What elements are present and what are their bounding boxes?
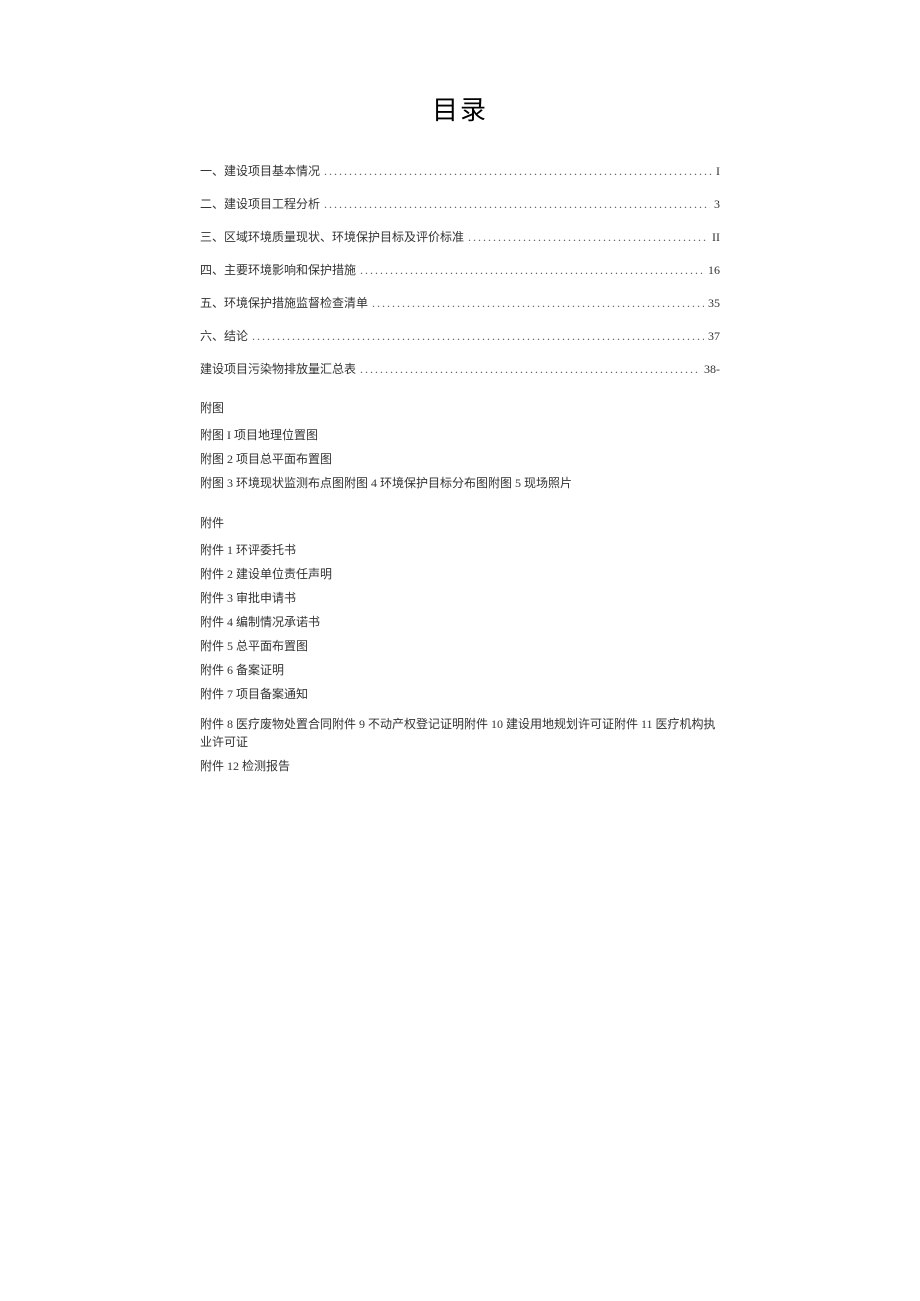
toc-dots xyxy=(468,230,708,245)
toc-dots xyxy=(252,329,704,344)
toc-entry: 四、主要环境影响和保护措施 16 xyxy=(200,261,720,278)
list-item: 附图 2 项目总平面布置图 xyxy=(200,450,720,468)
list-item: 附件 2 建设单位责任声明 xyxy=(200,565,720,583)
toc-page: II xyxy=(712,230,720,245)
toc-label: 四、主要环境影响和保护措施 xyxy=(200,261,356,278)
toc-label: 六、结论 xyxy=(200,327,248,344)
list-item: 附件 8 医疗废物处置合同附件 9 不动产权登记证明附件 10 建设用地规划许可… xyxy=(200,715,720,751)
list-item: 附件 7 项目备案通知 xyxy=(200,685,720,703)
toc-label: 建设项目污染物排放量汇总表 xyxy=(200,360,356,377)
toc-dots xyxy=(324,197,710,212)
toc-dots xyxy=(360,263,704,278)
table-of-contents: 一、建设项目基本情况 I 二、建设项目工程分析 3 三、区域环境质量现状、环境保… xyxy=(200,162,720,377)
page-title: 目录 xyxy=(200,90,720,127)
toc-entry: 二、建设项目工程分析 3 xyxy=(200,195,720,212)
toc-page: I xyxy=(716,164,720,179)
toc-page: 16 xyxy=(708,263,720,278)
attachments-list: 附件 1 环评委托书 附件 2 建设单位责任声明 附件 3 审批申请书 附件 4… xyxy=(200,541,720,775)
toc-entry: 三、区域环境质量现状、环境保护目标及评价标准 II xyxy=(200,228,720,245)
toc-dots xyxy=(360,362,700,377)
toc-page: 35 xyxy=(708,296,720,311)
toc-label: 一、建设项目基本情况 xyxy=(200,162,320,179)
toc-dots xyxy=(372,296,704,311)
toc-entry: 一、建设项目基本情况 I xyxy=(200,162,720,179)
list-item: 附件 5 总平面布置图 xyxy=(200,637,720,655)
attachments-header: 附件 xyxy=(200,514,720,531)
toc-label: 五、环境保护措施监督检查清单 xyxy=(200,294,368,311)
list-item: 附图 3 环境现状监测布点图附图 4 环境保护目标分布图附图 5 现场照片 xyxy=(200,474,720,492)
toc-entry: 五、环境保护措施监督检查清单 35 xyxy=(200,294,720,311)
list-item: 附件 3 审批申请书 xyxy=(200,589,720,607)
toc-entry: 六、结论 37 xyxy=(200,327,720,344)
list-item: 附件 1 环评委托书 xyxy=(200,541,720,559)
toc-entry: 建设项目污染物排放量汇总表 38- xyxy=(200,360,720,377)
list-item: 附件 4 编制情况承诺书 xyxy=(200,613,720,631)
list-item: 附件 6 备案证明 xyxy=(200,661,720,679)
toc-dots xyxy=(324,164,712,179)
toc-page: 3 xyxy=(714,197,720,212)
figures-header: 附图 xyxy=(200,399,720,416)
toc-page: 37 xyxy=(708,329,720,344)
toc-label: 三、区域环境质量现状、环境保护目标及评价标准 xyxy=(200,228,464,245)
list-item: 附图 I 项目地理位置图 xyxy=(200,426,720,444)
toc-page: 38- xyxy=(704,362,720,377)
toc-label: 二、建设项目工程分析 xyxy=(200,195,320,212)
list-item: 附件 12 检测报告 xyxy=(200,757,720,775)
figures-list: 附图 I 项目地理位置图 附图 2 项目总平面布置图 附图 3 环境现状监测布点… xyxy=(200,426,720,492)
